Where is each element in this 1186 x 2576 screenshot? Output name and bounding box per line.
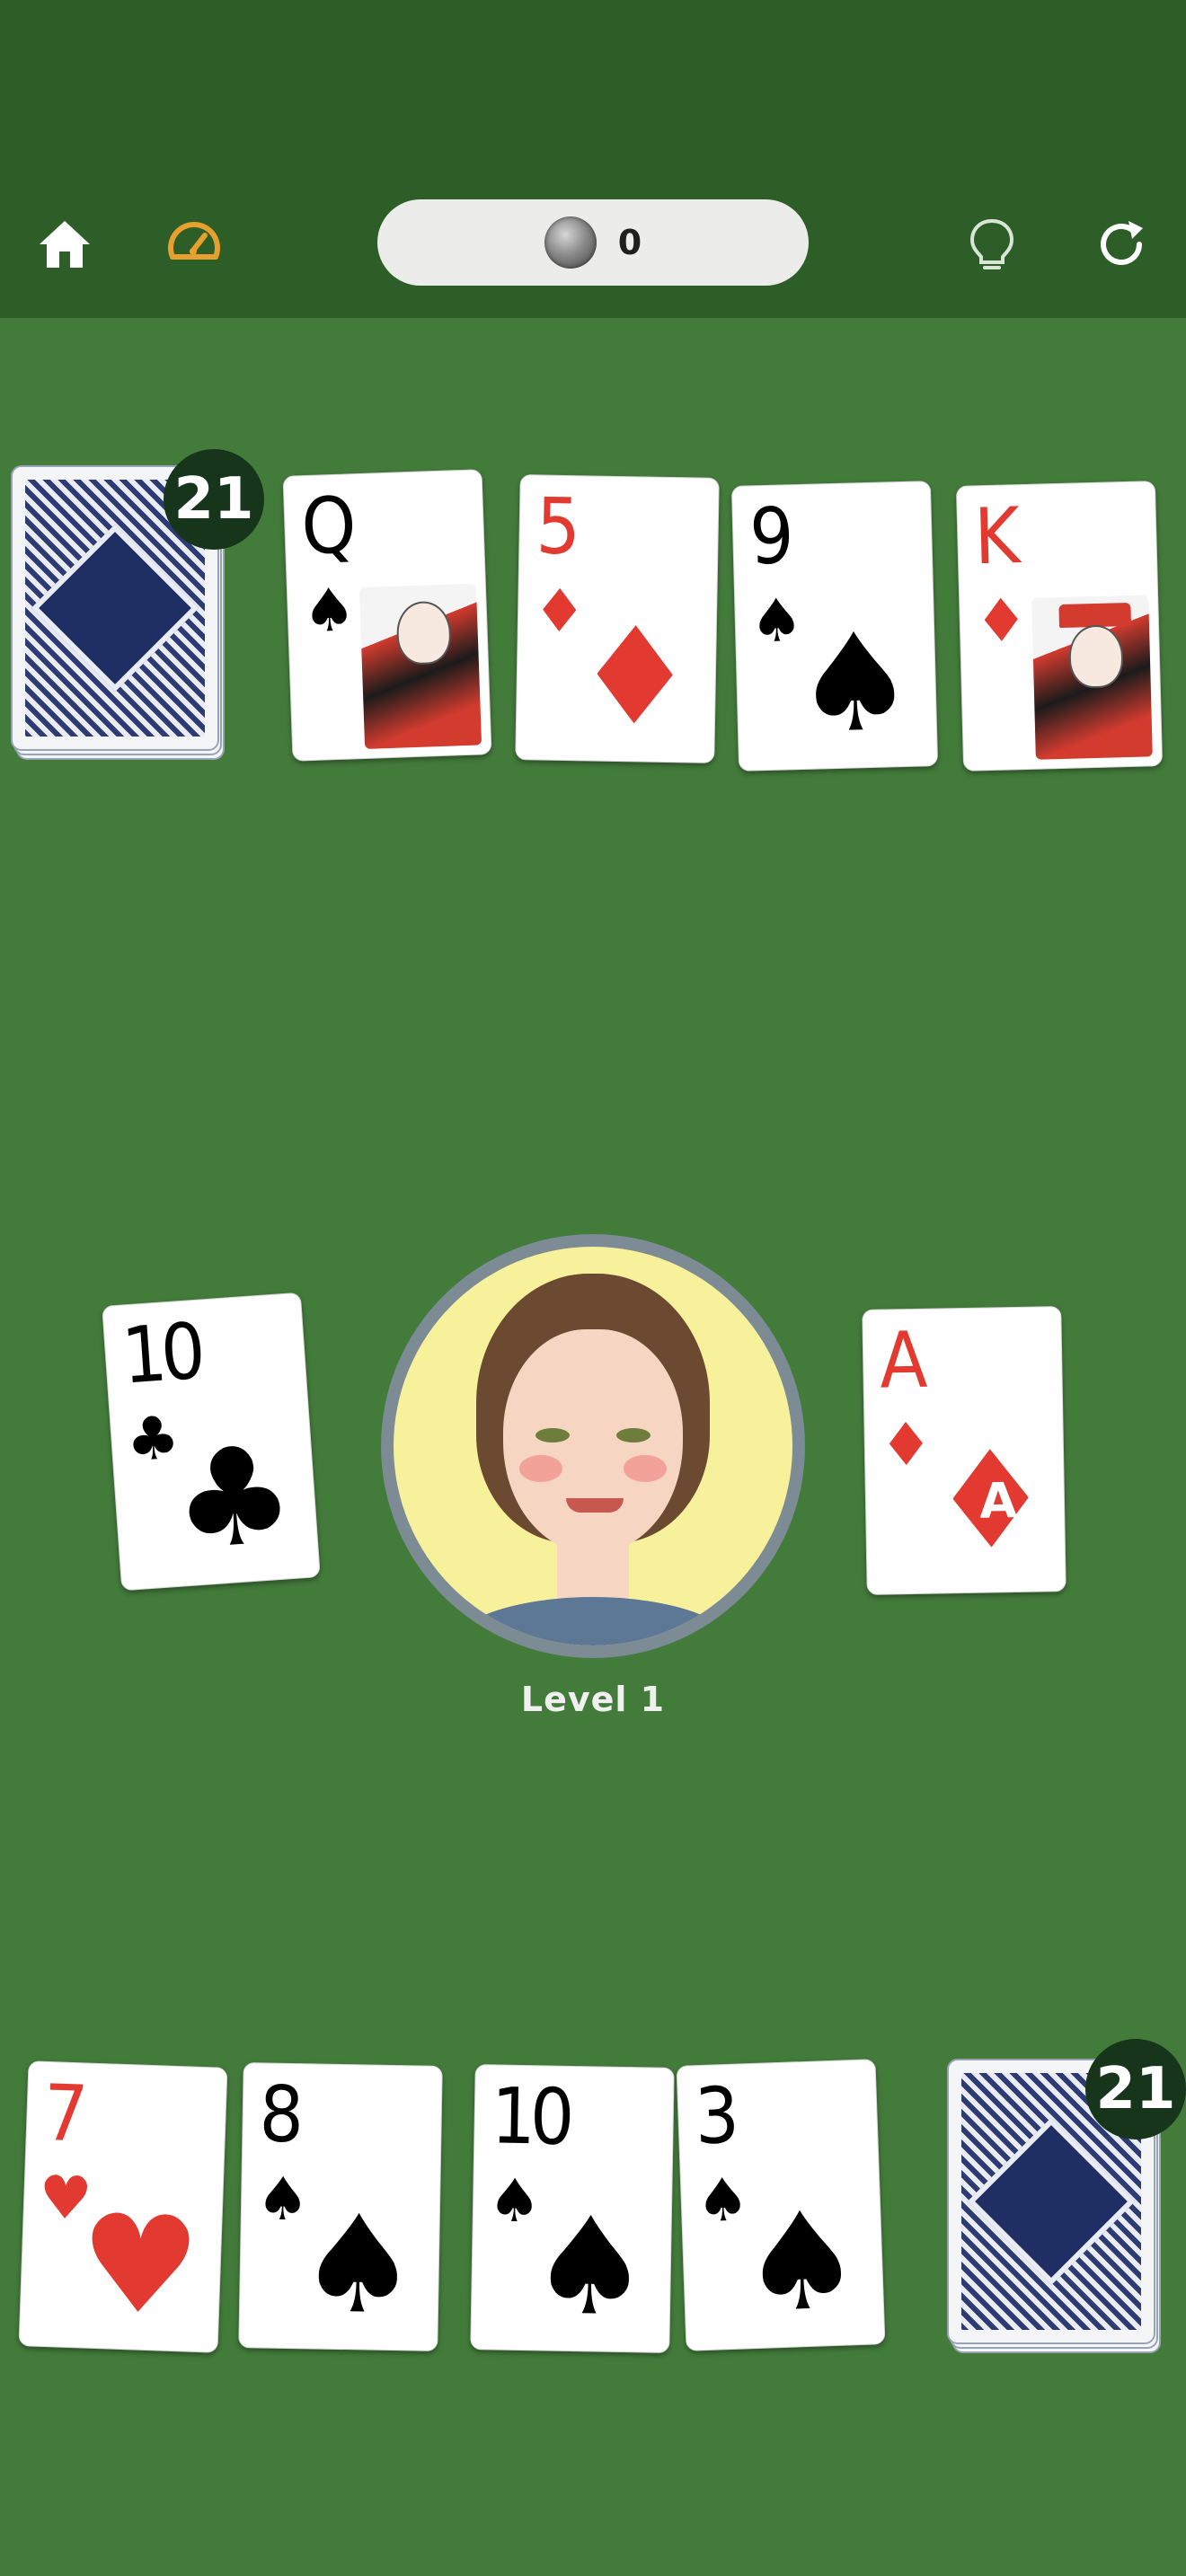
speed-button[interactable] <box>158 208 230 280</box>
card-suit-large: ♥ <box>76 2185 203 2346</box>
queen-portrait <box>358 583 482 749</box>
player-deck-count: 21 <box>1085 2039 1186 2139</box>
hand-card-1[interactable]: 7 ♥ ♥ <box>18 2060 228 2353</box>
opponent-card-4[interactable]: K ♦ <box>955 481 1164 772</box>
hand-card-4[interactable]: 3 ♠ ♠ <box>676 2059 886 2351</box>
center-right-card[interactable]: A ♦ ♦ A <box>862 1306 1067 1595</box>
opponent-card-1[interactable]: Q ♠ <box>282 469 492 762</box>
card-suit-large: ♠ <box>792 604 917 764</box>
opponent-deck-count: 21 <box>164 449 264 550</box>
card-rank: 3 <box>693 2070 736 2163</box>
restart-button[interactable] <box>1085 208 1157 280</box>
card-rank: 9 <box>748 491 790 583</box>
coin-counter: 0 <box>377 199 809 286</box>
card-rank: 8 <box>258 2069 299 2161</box>
home-icon <box>40 221 90 268</box>
hand-card-3[interactable]: 10 ♠ ♠ <box>470 2064 675 2353</box>
center-left-card[interactable]: 10 ♣ ♣ <box>102 1292 321 1592</box>
opponent-card-3[interactable]: 9 ♠ ♠ <box>730 481 939 772</box>
refresh-icon <box>1101 221 1143 265</box>
opponent-card-2[interactable]: 5 ♦ ♦ <box>515 474 720 763</box>
king-portrait <box>1031 595 1153 760</box>
card-rank: 7 <box>41 2068 84 2160</box>
card-rank: 5 <box>535 481 576 573</box>
hand-card-2[interactable]: 8 ♠ ♠ <box>238 2062 443 2351</box>
card-suit-large: ♠ <box>738 2182 865 2343</box>
coin-icon <box>544 216 597 269</box>
coin-count: 0 <box>617 223 642 262</box>
card-suit-large: ♠ <box>527 2188 652 2347</box>
card-suit-large: ♣ <box>168 1416 300 1581</box>
level-label: Level 1 <box>520 1680 666 1719</box>
card-suit: ♦ <box>973 585 1029 657</box>
home-button[interactable] <box>29 208 101 280</box>
card-suit: ♠ <box>301 575 358 647</box>
card-suit-large: ♦ <box>572 598 697 757</box>
card-rank: 10 <box>119 1306 203 1402</box>
card-rank: A <box>879 1315 924 1407</box>
speedometer-icon <box>168 222 220 260</box>
card-rank: 10 <box>490 2071 571 2163</box>
card-center-glyph: A <box>978 1471 1018 1530</box>
card-suit-large: ♠ <box>296 2186 420 2345</box>
card-rank: K <box>973 491 1016 583</box>
card-suit: ♦ <box>879 1409 934 1480</box>
lightbulb-icon <box>969 218 1014 269</box>
card-rank: Q <box>299 481 353 573</box>
hint-button[interactable] <box>956 208 1028 280</box>
opponent-avatar <box>381 1234 805 1658</box>
